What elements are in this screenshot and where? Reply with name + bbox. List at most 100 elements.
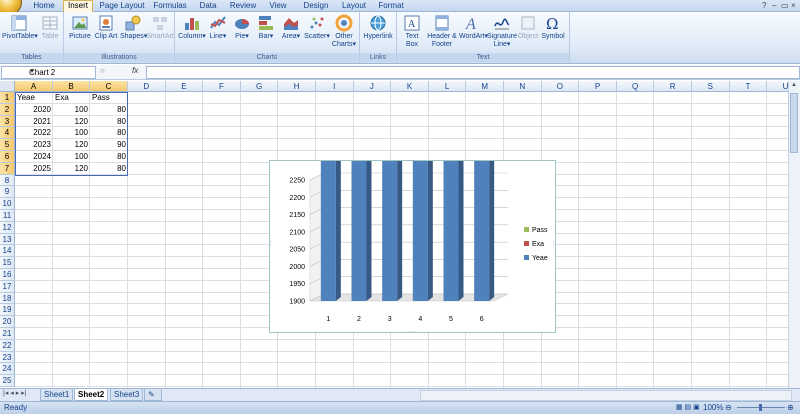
row-header-21[interactable]: 21 xyxy=(0,328,15,340)
sheet-tab-sheet1[interactable]: Sheet1 xyxy=(40,389,74,401)
scroll-thumb[interactable] xyxy=(790,93,798,153)
scroll-up-icon[interactable]: ▲ xyxy=(790,82,798,90)
row-header-25[interactable]: 25 xyxy=(0,375,15,387)
zoom-in-icon[interactable]: ⊕ xyxy=(787,402,794,414)
chevron-down-icon[interactable]: ▼ xyxy=(29,67,93,78)
column-header-h[interactable]: H xyxy=(278,81,316,92)
shapes-button[interactable]: Shapes▾ xyxy=(120,14,147,41)
row-header-18[interactable]: 18 xyxy=(0,292,15,305)
view-buttons[interactable]: ▦ ▤ ▣ xyxy=(676,402,700,414)
tab-design[interactable]: Design xyxy=(298,1,334,11)
row-header-4[interactable]: 4 xyxy=(0,127,15,140)
row-header-23[interactable]: 23 xyxy=(0,351,15,364)
smartart-button[interactable]: SmartArt xyxy=(146,14,174,41)
sheet-nav-icons[interactable]: |◂ ◂ ▸ ▸| xyxy=(3,389,27,397)
tab-layout[interactable]: Layout xyxy=(338,1,370,11)
chart-object[interactable]: ···· ···· ⋮ ⋮ 1900 1950 2000 2050 2100 2150 22… xyxy=(268,0,557,335)
row-header-3[interactable]: 3 xyxy=(0,115,15,128)
tab-data[interactable]: Data xyxy=(194,1,222,11)
cancel-icon[interactable]: ○ xyxy=(100,66,105,75)
help-icon[interactable]: ? xyxy=(762,1,766,10)
header-footer-button[interactable]: Header & Footer xyxy=(425,14,459,49)
sheet-tab-sheet2[interactable]: Sheet2 xyxy=(74,389,109,401)
tab-format[interactable]: Format xyxy=(374,1,408,11)
column-header-e[interactable]: E xyxy=(165,81,204,92)
column-header-d[interactable]: D xyxy=(128,81,166,92)
column-header-p[interactable]: P xyxy=(579,81,617,92)
column-header-q[interactable]: Q xyxy=(616,81,655,92)
row-header-7[interactable]: 7 xyxy=(0,162,15,175)
column-header-g[interactable]: G xyxy=(240,81,279,92)
zoom-level[interactable]: 100% xyxy=(703,402,723,414)
resize-handle-bottom[interactable]: ···· xyxy=(407,329,415,335)
area-chart-button[interactable]: Area▾ xyxy=(279,14,303,41)
row-header-8[interactable]: 8 xyxy=(0,174,15,187)
column-header-k[interactable]: K xyxy=(391,81,429,92)
symbol-button[interactable]: Ω Symbol xyxy=(540,14,566,41)
tab-formulas[interactable]: Formulas xyxy=(151,1,189,11)
row-header-5[interactable]: 5 xyxy=(0,139,15,151)
minimize-icon[interactable]: – xyxy=(772,1,776,10)
signature-line-button[interactable]: Signature Line▾ xyxy=(487,14,517,49)
column-header-j[interactable]: J xyxy=(353,81,392,92)
select-all-corner[interactable] xyxy=(0,81,15,92)
row-header-15[interactable]: 15 xyxy=(0,257,15,269)
row-header-11[interactable]: 11 xyxy=(0,210,15,222)
row-header-6[interactable]: 6 xyxy=(0,151,15,163)
horizontal-scrollbar[interactable] xyxy=(420,390,792,401)
column-header-c[interactable]: C xyxy=(90,81,128,92)
row-header-22[interactable]: 22 xyxy=(0,339,15,352)
table-button[interactable]: Table xyxy=(38,14,62,41)
row-header-17[interactable]: 17 xyxy=(0,280,15,293)
column-header-l[interactable]: L xyxy=(428,81,467,92)
zoom-slider-thumb[interactable] xyxy=(759,404,762,411)
column-header-n[interactable]: N xyxy=(504,81,542,92)
column-header-m[interactable]: M xyxy=(466,81,504,92)
clip-art-button[interactable]: Clip Art xyxy=(94,14,118,41)
column-chart-button[interactable]: Column▾ xyxy=(178,14,206,41)
resize-handle-left[interactable]: ⋮ xyxy=(268,241,274,247)
hyperlink-button[interactable]: Hyperlink xyxy=(362,14,394,41)
row-header-13[interactable]: 13 xyxy=(0,233,15,246)
tab-review[interactable]: Review xyxy=(226,1,260,11)
row-header-14[interactable]: 14 xyxy=(0,245,15,258)
tab-view[interactable]: View xyxy=(264,1,292,11)
resize-handle-top[interactable]: ···· xyxy=(407,158,415,164)
row-header-10[interactable]: 10 xyxy=(0,198,15,210)
name-box[interactable]: Chart 2 ▼ xyxy=(1,66,96,79)
wordart-button[interactable]: A WordArt▾ xyxy=(459,14,488,41)
tab-page-layout[interactable]: Page Layout xyxy=(96,1,148,11)
row-header-9[interactable]: 9 xyxy=(0,186,15,199)
insert-sheet-icon[interactable]: ✎ xyxy=(144,389,162,401)
column-header-s[interactable]: S xyxy=(692,81,730,92)
column-header-r[interactable]: R xyxy=(654,81,692,92)
tab-home[interactable]: Home xyxy=(26,1,62,11)
zoom-out-icon[interactable]: ⊖ xyxy=(725,402,732,414)
vertical-scrollbar[interactable]: ▲ xyxy=(788,81,800,388)
pivottable-button[interactable]: PivotTable▾ xyxy=(2,14,38,41)
insert-function-icon[interactable]: fx xyxy=(132,66,138,75)
pie-chart-button[interactable]: Pie▾ xyxy=(231,14,253,41)
row-header-19[interactable]: 19 xyxy=(0,304,15,317)
row-header-16[interactable]: 16 xyxy=(0,269,15,281)
tab-insert[interactable]: Insert xyxy=(63,0,93,12)
column-header-i[interactable]: I xyxy=(316,81,354,92)
row-header-24[interactable]: 24 xyxy=(0,363,15,376)
formula-input[interactable] xyxy=(146,66,800,79)
row-header-2[interactable]: 2 xyxy=(0,103,15,116)
restore-icon[interactable]: ▭ xyxy=(781,1,789,10)
close-icon[interactable]: × xyxy=(791,1,796,10)
resize-handle-right[interactable]: ⋮ xyxy=(551,241,557,247)
sheet-tab-sheet3[interactable]: Sheet3 xyxy=(110,389,144,401)
column-header-f[interactable]: F xyxy=(203,81,241,92)
picture-button[interactable]: Picture xyxy=(67,14,93,41)
column-header-t[interactable]: T xyxy=(729,81,768,92)
column-header-o[interactable]: O xyxy=(541,81,580,92)
row-header-1[interactable]: 1 xyxy=(0,92,15,104)
other-charts-button[interactable]: Other Charts▾ xyxy=(330,14,358,49)
row-header-20[interactable]: 20 xyxy=(0,316,15,328)
text-box-button[interactable]: A Text Box xyxy=(400,14,424,49)
bar-chart-button[interactable]: Bar▾ xyxy=(255,14,277,41)
row-header-12[interactable]: 12 xyxy=(0,221,15,234)
object-button[interactable]: Object xyxy=(517,14,539,41)
